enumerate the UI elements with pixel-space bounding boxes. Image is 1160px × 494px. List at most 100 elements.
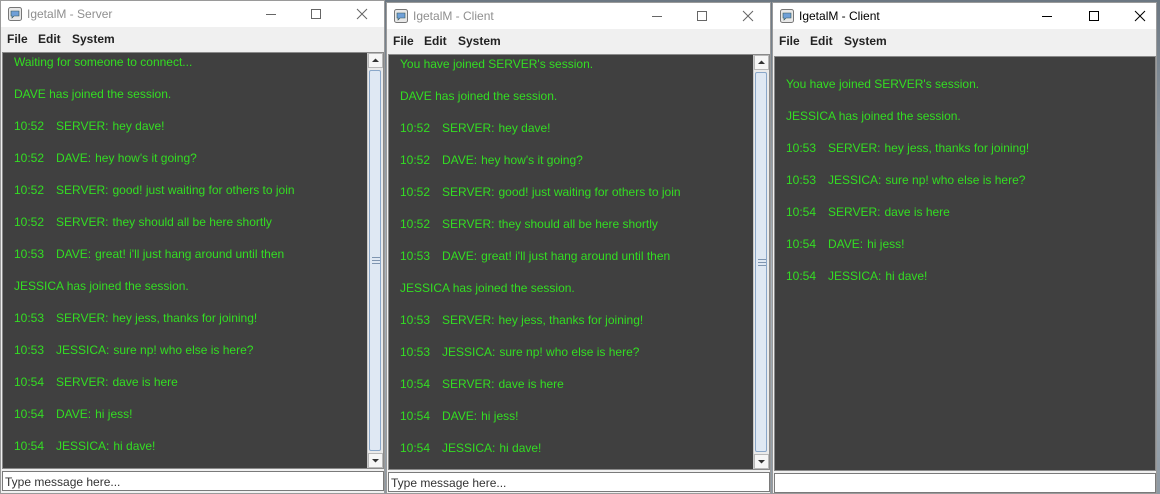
- message-input[interactable]: [774, 473, 1156, 493]
- message-sender: JESSICA:: [828, 269, 882, 283]
- chat-log[interactable]: Waiting for someone to connect... DAVE ha…: [2, 52, 384, 469]
- message-sender: SERVER:: [56, 183, 109, 197]
- message-text: good! just waiting for others to join: [112, 183, 295, 197]
- message-time: 10:54: [14, 439, 45, 453]
- message-time: 10:53: [786, 173, 817, 187]
- message-sender: DAVE:: [442, 153, 478, 167]
- chat-message: JESSICA has joined the session.: [400, 281, 575, 295]
- menu-edit[interactable]: Edit: [810, 34, 833, 48]
- title-bar[interactable]: IgetalM - Server: [1, 1, 384, 27]
- chat-message: 10:53 SERVER: hey jess, thanks for joining…: [14, 311, 257, 325]
- message-sender: SERVER:: [56, 215, 109, 229]
- message-text: dave is here: [498, 377, 564, 391]
- menu-edit[interactable]: Edit: [424, 34, 447, 48]
- chat-message: JESSICA has joined the session.: [14, 279, 189, 293]
- chat-message: 10:52 DAVE: hey how's it going?: [400, 153, 583, 167]
- chat-message: 10:54 SERVER: dave is here: [400, 377, 564, 391]
- message-sender: SERVER:: [442, 377, 495, 391]
- arrow-up-icon: [372, 58, 379, 62]
- chat-message: 10:54 JESSICA: hi dave!: [400, 441, 541, 455]
- window-title: IgetalM - Server: [27, 7, 113, 21]
- menu-system[interactable]: System: [844, 34, 887, 48]
- title-bar[interactable]: IgetalM - Client: [773, 3, 1156, 29]
- chat-message: 10:54 SERVER: dave is here: [786, 205, 950, 219]
- close-icon: [1134, 10, 1146, 22]
- message-time: 10:53: [400, 345, 431, 359]
- scroll-down-button[interactable]: [754, 454, 769, 469]
- message-time: 10:53: [400, 313, 431, 327]
- message-time: 10:52: [14, 119, 45, 133]
- message-time: 10:52: [400, 121, 431, 135]
- message-sender: SERVER:: [442, 313, 495, 327]
- message-text: DAVE has joined the session.: [400, 89, 558, 103]
- message-text: dave is here: [112, 375, 178, 389]
- message-sender: JESSICA:: [56, 439, 110, 453]
- app-icon: [8, 7, 22, 21]
- scroll-up-button[interactable]: [368, 53, 383, 68]
- message-time: 10:52: [400, 185, 431, 199]
- window-title: IgetalM - Client: [413, 9, 494, 23]
- maximize-icon: [697, 11, 707, 21]
- message-text: dave is here: [884, 205, 950, 219]
- message-text: Waiting for someone to connect...: [14, 55, 193, 69]
- chat-log[interactable]: You have joined SERVER's session. DAVE ha…: [388, 54, 770, 470]
- message-time: 10:52: [14, 215, 45, 229]
- message-sender: SERVER:: [56, 311, 109, 325]
- title-bar[interactable]: IgetalM - Client: [387, 3, 770, 29]
- client-window-active: IgetalM - Client File Edit System You ha…: [772, 2, 1157, 494]
- chat-message: 10:54 DAVE: hi jess!: [786, 237, 904, 251]
- menu-bar: File Edit System: [387, 29, 770, 53]
- maximize-icon: [1089, 11, 1099, 21]
- arrow-up-icon: [758, 60, 765, 64]
- scroll-thumb[interactable]: [755, 72, 767, 452]
- arrow-down-icon: [758, 460, 765, 464]
- chat-message: 10:52 SERVER: they should all be here shor…: [14, 215, 272, 229]
- arrow-down-icon: [372, 459, 379, 463]
- scroll-up-button[interactable]: [754, 55, 769, 70]
- maximize-icon: [311, 9, 321, 19]
- menu-file[interactable]: File: [7, 32, 28, 46]
- scroll-thumb[interactable]: [369, 70, 381, 451]
- maximize-button[interactable]: [293, 1, 339, 27]
- close-button[interactable]: [1117, 3, 1156, 29]
- message-sender: SERVER:: [828, 205, 881, 219]
- close-button[interactable]: [339, 1, 384, 27]
- chat-message: 10:52 SERVER: they should all be here shor…: [400, 217, 658, 231]
- chat-message: 10:54 DAVE: hi jess!: [400, 409, 518, 423]
- chat-log[interactable]: You have joined SERVER's session. JESSICA…: [774, 56, 1156, 471]
- message-sender: DAVE:: [56, 407, 92, 421]
- message-text: sure np! who else is here?: [499, 345, 640, 359]
- menu-system[interactable]: System: [72, 32, 115, 46]
- chat-message: 10:54 JESSICA: hi dave!: [14, 439, 155, 453]
- message-text: JESSICA has joined the session.: [14, 279, 189, 293]
- message-input[interactable]: Type message here...: [388, 472, 770, 492]
- minimize-button[interactable]: [634, 3, 680, 29]
- message-sender: SERVER:: [442, 217, 495, 231]
- message-text: hi dave!: [113, 439, 156, 453]
- maximize-button[interactable]: [679, 3, 725, 29]
- maximize-button[interactable]: [1071, 3, 1117, 29]
- minimize-icon: [1042, 16, 1052, 17]
- menu-file[interactable]: File: [393, 34, 414, 48]
- client-window: IgetalM - Client File Edit System You ha…: [386, 2, 771, 494]
- menu-edit[interactable]: Edit: [38, 32, 61, 46]
- close-button[interactable]: [725, 3, 770, 29]
- message-input[interactable]: Type message here...: [2, 471, 384, 491]
- minimize-icon: [266, 14, 276, 15]
- vertical-scrollbar[interactable]: [367, 53, 383, 468]
- message-time: 10:54: [14, 407, 45, 421]
- message-text: they should all be here shortly: [112, 215, 272, 229]
- menu-system[interactable]: System: [458, 34, 501, 48]
- message-sender: SERVER:: [442, 121, 495, 135]
- minimize-button[interactable]: [1024, 3, 1070, 29]
- vertical-scrollbar[interactable]: [753, 55, 769, 469]
- chat-message: 10:53 SERVER: hey jess, thanks for joining…: [786, 141, 1029, 155]
- message-time: 10:53: [786, 141, 817, 155]
- minimize-button[interactable]: [248, 1, 294, 27]
- chat-message: 10:54 JESSICA: hi dave!: [786, 269, 927, 283]
- chat-message: 10:52 SERVER: hey dave!: [400, 121, 551, 135]
- message-time: 10:54: [400, 409, 431, 423]
- menu-file[interactable]: File: [779, 34, 800, 48]
- scroll-down-button[interactable]: [368, 453, 383, 468]
- message-time: 10:52: [400, 153, 431, 167]
